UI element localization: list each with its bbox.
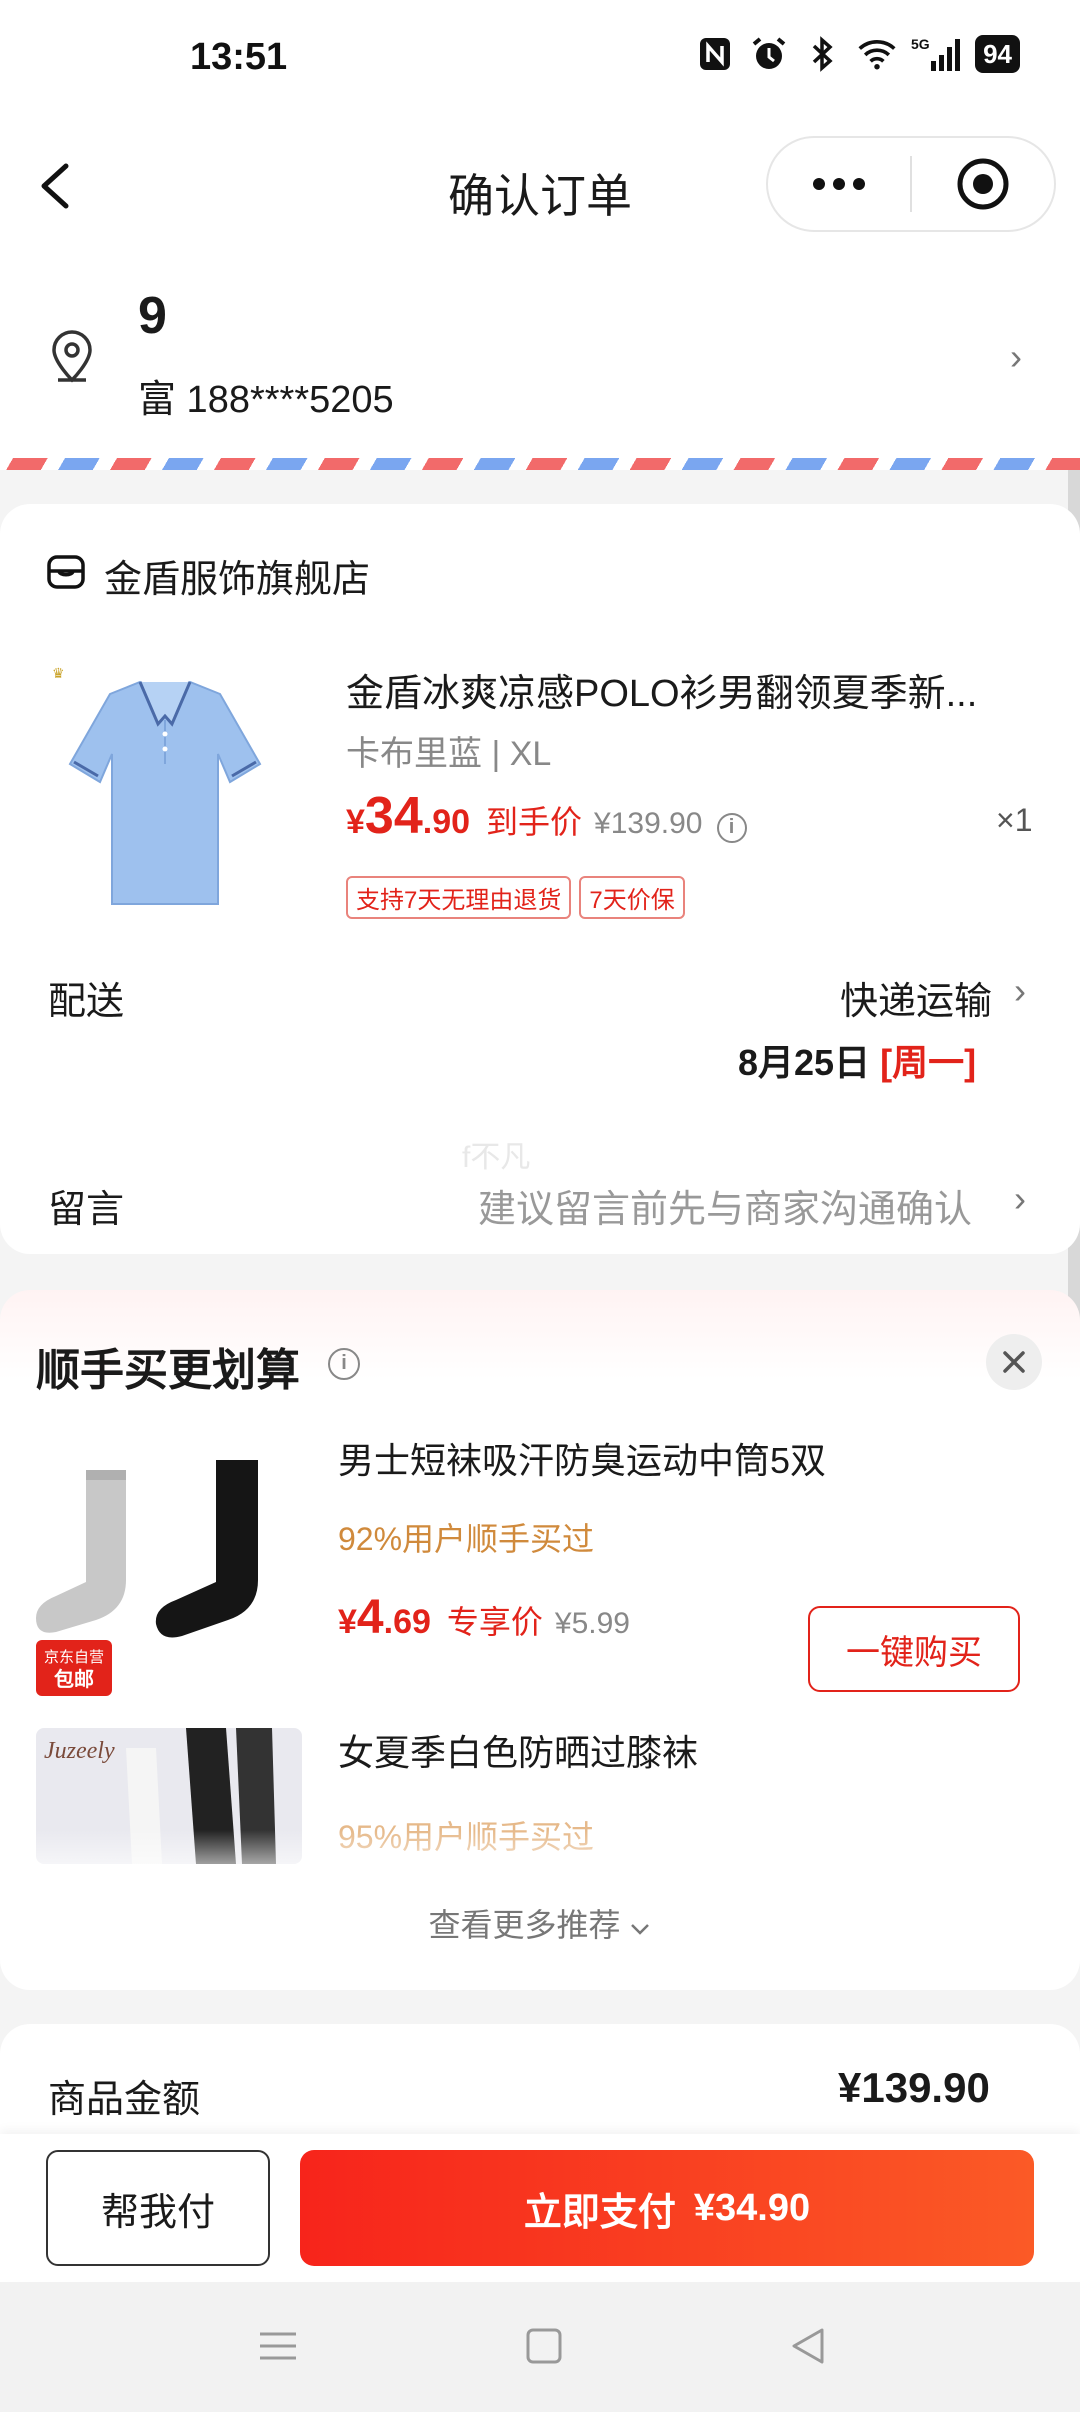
recommend-item-2-title[interactable]: 女夏季白色防晒过膝袜 <box>338 1724 698 1776</box>
product-image[interactable]: ♛ <box>40 654 290 924</box>
wifi-icon <box>857 34 897 74</box>
rec-original-price: ¥5.99 <box>554 1607 630 1640</box>
recommend-close-button[interactable] <box>986 1334 1042 1390</box>
watermark: f不凡 <box>462 1141 531 1174</box>
rec-price-note: 专享价 <box>446 1604 543 1640</box>
home-nav-button[interactable] <box>524 2326 564 2371</box>
price-row: ¥ 34 .90 到手价 ¥139.90 i <box>346 786 747 846</box>
bottom-action-bar: 帮我付 立即支付 ¥34.90 <box>0 2134 1080 2282</box>
price-info-icon[interactable]: i <box>716 813 747 843</box>
recommend-info-icon[interactable]: i <box>328 1348 360 1380</box>
home-square-icon <box>526 2328 562 2364</box>
recommend-title: 顺手买更划算 <box>36 1346 300 1395</box>
order-card: 金盾服饰旗舰店 ♛ 金盾冰爽凉感POLO衫男翻领夏季新... 卡布里蓝 | XL… <box>0 504 1080 1254</box>
badge-top-text: 京东自营 <box>44 1649 104 1666</box>
product-title[interactable]: 金盾冰爽凉感POLO衫男翻领夏季新... <box>346 662 1006 717</box>
price-integer: 34 <box>364 787 423 845</box>
close-icon <box>1003 1351 1025 1373</box>
menu-nav-button[interactable] <box>258 2326 298 2371</box>
recommend-item-title[interactable]: 男士短袜吸汗防臭运动中筒5双 <box>338 1432 826 1484</box>
more-button[interactable] <box>768 136 910 232</box>
price-note: 到手价 <box>486 804 583 840</box>
shipping-label: 配送 <box>48 981 125 1023</box>
back-nav-button[interactable] <box>788 2326 828 2371</box>
rec-price-decimal: .69 <box>383 1603 431 1641</box>
recommend-price-row: ¥ 4 .69 专享价 ¥5.99 <box>338 1590 630 1645</box>
message-input[interactable]: 建议留言前先与商家沟通确认 <box>478 1178 972 1233</box>
one-click-buy-button[interactable]: 一键购买 <box>808 1606 1020 1692</box>
recipient-name: 9 <box>138 287 167 345</box>
svg-text:5G: 5G <box>911 36 930 52</box>
pay-now-label: 立即支付 <box>523 2191 676 2234</box>
shop-icon <box>46 552 86 592</box>
address-arrow-icon: › <box>1010 336 1022 377</box>
miniapp-capsule <box>766 136 1056 232</box>
tag-return: 支持7天无理由退货 <box>346 876 572 919</box>
nfc-icon <box>695 34 735 74</box>
brand-text: Juzeely <box>44 1738 115 1764</box>
pay-now-amount: ¥34.90 <box>693 2186 811 2229</box>
more-recommend-text: 查看更多推荐 <box>428 1907 621 1943</box>
rec-price-integer: 4 <box>356 1591 384 1644</box>
badge-bottom-text: 包邮 <box>54 1667 94 1691</box>
service-tags: 支持7天无理由退货 7天价保 <box>346 876 685 919</box>
back-triangle-icon <box>792 2328 824 2364</box>
price-currency: ¥ <box>346 803 365 841</box>
pay-now-button[interactable]: 立即支付 ¥34.90 <box>300 2150 1034 2266</box>
quantity: ×1 <box>996 802 1033 838</box>
close-miniapp-button[interactable] <box>912 136 1054 232</box>
recipient-phone: 富 188****5205 <box>138 379 394 421</box>
goods-amount-value: ¥139.90 <box>838 2064 990 2111</box>
original-price: ¥139.90 <box>594 807 703 840</box>
airmail-border <box>0 458 1080 470</box>
more-recommend-link[interactable]: 查看更多推荐 <box>0 1900 1080 1946</box>
delivery-weekday: [周一] <box>880 1042 977 1083</box>
message-label: 留言 <box>48 1189 125 1231</box>
shipping-arrow-icon: › <box>1014 970 1026 1011</box>
shop-name[interactable]: 金盾服饰旗舰店 <box>104 548 370 603</box>
list-fade-overlay <box>0 1830 1080 1890</box>
help-me-pay-button[interactable]: 帮我付 <box>46 2150 270 2266</box>
status-time: 13:51 <box>190 36 288 78</box>
svg-text:♛: ♛ <box>52 665 65 681</box>
battery-indicator: 94 <box>975 35 1020 73</box>
target-close-icon <box>957 158 1009 210</box>
status-bar: 13:51 5G 94 <box>0 0 1080 120</box>
rec-price-currency: ¥ <box>338 1603 357 1641</box>
location-pin-icon <box>50 330 94 384</box>
goods-amount-label: 商品金额 <box>48 2079 201 2121</box>
recommend-item-image[interactable]: 京东自营 包邮 <box>36 1430 296 1700</box>
recommend-item-percent: 92%用户顺手买过 <box>338 1521 595 1557</box>
recommend-card: 顺手买更划算 i 京东自营 包邮 男士短袜吸汗防臭运动中筒5双 92%用户顺手买… <box>0 1290 1080 1990</box>
shipping-method[interactable]: 快递运输 <box>840 970 992 1025</box>
more-dots-icon <box>813 178 865 190</box>
signal-icon: 5G <box>911 34 961 74</box>
bluetooth-icon <box>803 34 843 74</box>
address-section[interactable]: 9 富 188****5205 › <box>0 250 1080 468</box>
price-decimal: .90 <box>422 803 471 841</box>
tag-price-protect: 7天价保 <box>579 876 685 919</box>
menu-icon <box>260 2332 296 2360</box>
message-arrow-icon: › <box>1014 1178 1026 1219</box>
nav-bar: 确认订单 <box>0 120 1080 250</box>
status-icons: 5G 94 <box>695 34 1020 74</box>
product-spec: 卡布里蓝 | XL <box>346 735 552 773</box>
chevron-down-icon <box>631 1924 650 1935</box>
system-nav-bar <box>0 2282 1080 2412</box>
alarm-icon <box>749 34 789 74</box>
delivery-date-text: 8月25日 <box>738 1042 881 1083</box>
delivery-date: 8月25日 [周一] <box>738 1034 976 1086</box>
